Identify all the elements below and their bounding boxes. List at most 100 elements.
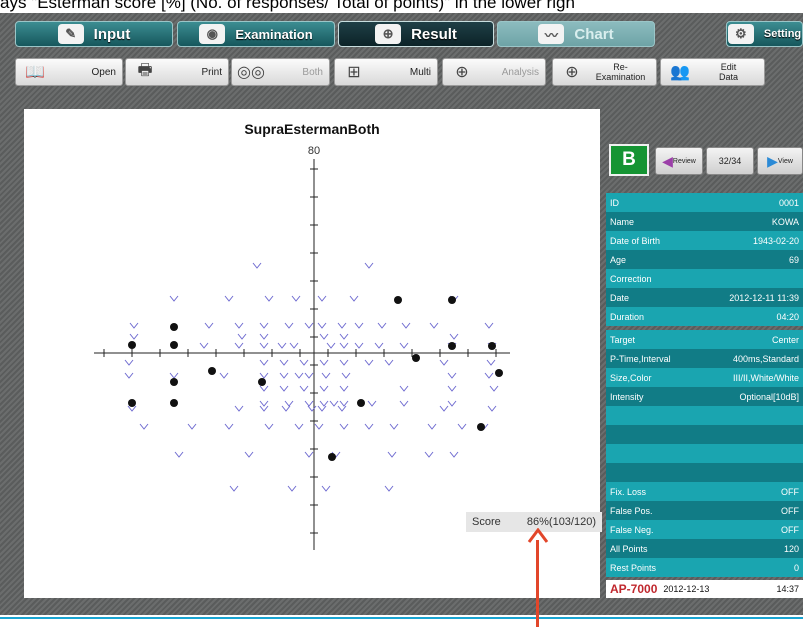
seen-point-mark <box>129 322 139 329</box>
info-value: 0001 <box>778 197 799 208</box>
seen-point-mark <box>489 385 499 392</box>
seen-point-mark <box>319 385 329 392</box>
review-button[interactable]: ◀ Review <box>655 147 703 175</box>
missed-point-mark <box>170 323 178 331</box>
gear-icon: ⚙ <box>727 24 754 44</box>
seen-point-mark <box>304 400 314 407</box>
info-row: False Pos. OFF <box>606 501 803 520</box>
info-key: P-Time,Interval <box>610 353 671 364</box>
missed-point-mark <box>448 296 456 304</box>
view-button[interactable]: ▶ View <box>757 147 803 175</box>
seen-point-mark <box>377 322 387 329</box>
seen-point-mark <box>337 322 347 329</box>
missed-point-mark <box>477 423 485 431</box>
seen-point-mark <box>304 372 314 379</box>
axis-top-label: 80 <box>308 145 320 157</box>
seen-point-mark <box>429 322 439 329</box>
analysis-button[interactable]: ⊕ Analysis <box>442 58 546 86</box>
seen-point-mark <box>321 372 331 379</box>
seen-point-mark <box>339 359 349 366</box>
info-value: OFF <box>781 524 799 535</box>
info-row: ID 0001 <box>606 193 803 212</box>
info-key: False Neg. <box>610 524 654 535</box>
seen-point-mark <box>237 333 247 340</box>
eye-target-icon: ◉ <box>199 24 226 44</box>
missed-point-mark <box>357 399 365 407</box>
seen-point-mark <box>289 342 299 349</box>
seen-point-mark <box>291 295 301 302</box>
info-row: Target Center <box>606 330 803 349</box>
info-row: Date 2012-12-11 11:39 <box>606 288 803 307</box>
missed-point-mark <box>488 342 496 350</box>
footer-date: 2012-12-13 <box>663 584 710 594</box>
open-button[interactable]: 📖 Open <box>15 58 123 86</box>
seen-point-mark <box>447 385 457 392</box>
seen-point-mark <box>252 262 262 269</box>
seen-point-mark <box>384 485 394 492</box>
seen-point-mark <box>364 423 374 430</box>
analysis-button-label: Analysis <box>501 66 539 78</box>
seen-point-mark <box>339 333 349 340</box>
tab-input[interactable]: ✎ Input <box>15 21 173 47</box>
seen-point-mark <box>259 400 269 407</box>
info-value: 1943-02-20 <box>752 235 799 246</box>
tab-result-label: Result <box>411 25 457 43</box>
seen-point-mark <box>287 485 297 492</box>
seen-point-mark <box>284 322 294 329</box>
seen-point-mark <box>401 322 411 329</box>
info-value: KOWA <box>771 216 799 227</box>
tab-chart-label: Chart <box>574 25 614 43</box>
multi-button-label: Multi <box>409 66 431 78</box>
seen-point-mark <box>284 400 294 407</box>
multi-button[interactable]: ⊞ Multi <box>334 58 438 86</box>
reexamination-button[interactable]: ⊕ Re- Examination <box>552 58 657 86</box>
edit-data-button[interactable]: 👥 Edit Data <box>660 58 765 86</box>
info-value: 120 <box>783 543 799 554</box>
edit-data-button-label: Edit Data <box>718 62 738 82</box>
info-value: 69 <box>788 254 799 265</box>
info-key: Fix. Loss <box>610 486 647 497</box>
seen-point-mark <box>259 372 269 379</box>
info-row: False Neg. OFF <box>606 520 803 539</box>
info-row: Duration 04:20 <box>606 307 803 326</box>
info-row: P-Time,Interval 400ms,Standard <box>606 349 803 368</box>
tab-examination[interactable]: ◉ Examination <box>177 21 335 47</box>
missed-point-mark <box>128 399 136 407</box>
arrow-right-icon: ▶ <box>767 152 778 169</box>
seen-point-mark <box>399 342 409 349</box>
empty-row <box>606 425 803 444</box>
info-key: Size,Color <box>610 372 652 383</box>
users-icon: 👥 <box>670 64 690 81</box>
print-button[interactable]: 🖶 Print <box>125 58 229 86</box>
seen-point-mark <box>187 423 197 430</box>
count-text: 32/34 <box>718 156 742 166</box>
seen-point-mark <box>317 295 327 302</box>
seen-point-mark <box>277 342 287 349</box>
info-value: 2012-12-11 11:39 <box>729 292 799 303</box>
seen-point-mark <box>304 451 314 458</box>
seen-point-mark <box>219 372 229 379</box>
caption-text: ays "Esterman score [%] (No. of response… <box>0 0 803 12</box>
seen-point-mark <box>486 359 496 366</box>
tab-setting[interactable]: ⚙ Setting <box>726 21 803 47</box>
seen-point-mark <box>124 359 134 366</box>
arrow-left-icon: ◀ <box>662 152 673 169</box>
seen-point-mark <box>319 400 329 407</box>
seen-point-mark <box>367 400 377 407</box>
seen-point-mark <box>447 400 457 407</box>
tab-result[interactable]: ⊕ Result <box>338 21 494 47</box>
seen-point-mark <box>259 322 269 329</box>
both-button[interactable]: ◎◎ Both <box>231 58 330 86</box>
info-value: 400ms,Standard <box>732 353 799 364</box>
both-button-label: Both <box>302 66 323 78</box>
seen-point-mark <box>259 342 269 349</box>
seen-point-mark <box>341 372 351 379</box>
info-value: 0 <box>793 562 799 573</box>
seen-point-mark <box>487 405 497 412</box>
seen-point-mark <box>299 385 309 392</box>
seen-point-mark <box>384 359 394 366</box>
seen-point-mark <box>484 372 494 379</box>
tab-chart[interactable]: 〰 Chart <box>497 21 655 47</box>
info-value: OFF <box>781 486 799 497</box>
seen-point-mark <box>374 342 384 349</box>
